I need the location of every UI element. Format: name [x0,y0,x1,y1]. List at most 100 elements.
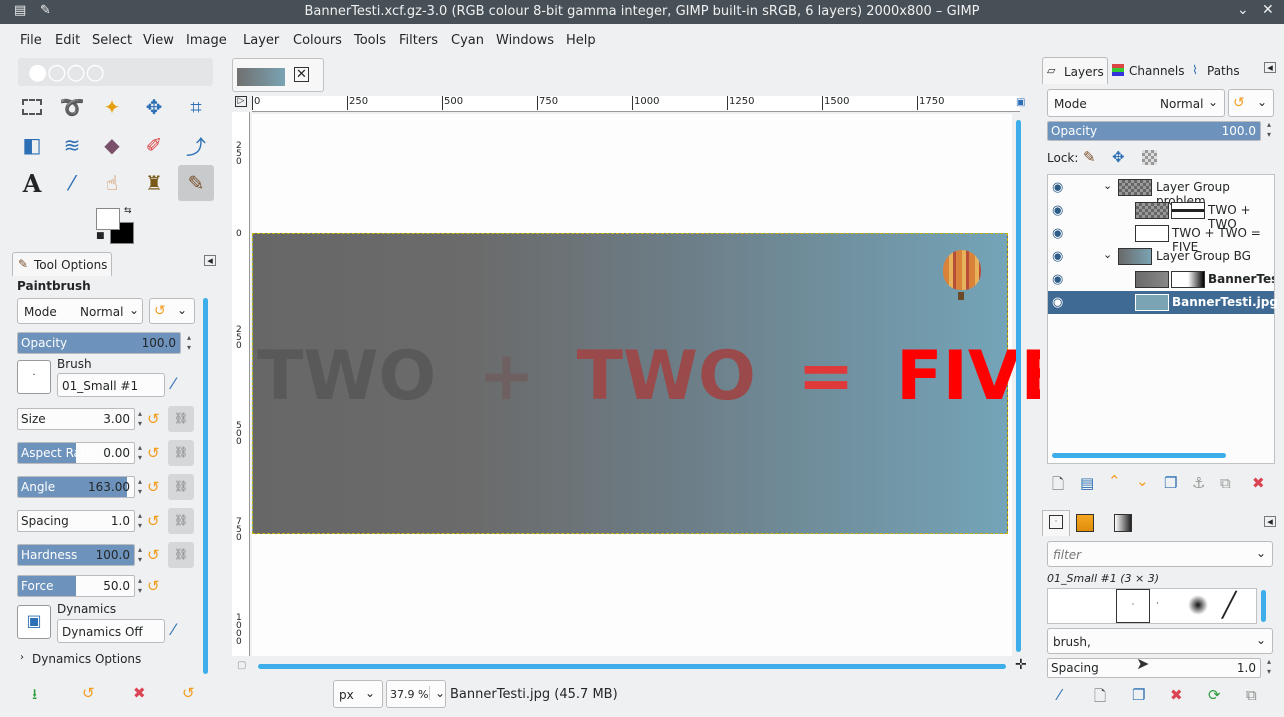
lock-alpha-icon[interactable] [1142,150,1157,165]
slider-spinner[interactable]: ▴ ▾ [135,545,145,567]
text-tool-icon[interactable]: A [14,165,50,201]
default-colors-icon[interactable]: ■ [96,231,105,241]
edit-brush-icon[interactable]: ⁄ [172,374,175,393]
quick-mask-toggle-icon[interactable]: ▷ [235,96,247,107]
layer-mode-reset-button[interactable]: ↺ ⌄ [1228,89,1274,117]
tab-channels[interactable]: Channels [1110,60,1188,84]
reset-icon[interactable]: ↺ [147,445,163,461]
raise-layer-icon[interactable]: ⌃ [1108,472,1121,490]
zoom-field[interactable]: 37.9 % ⌄ [386,680,446,708]
edit-brush-icon[interactable]: ⁄ [1058,686,1061,704]
free-select-tool-icon[interactable]: ➰ [54,89,90,125]
opacity-spinner[interactable]: ▴ ▾ [184,333,194,355]
layer-mode-select[interactable]: Mode Normal ⌄ [1047,89,1225,117]
lock-pixels-icon[interactable]: ✎ [1083,148,1096,166]
lock-position-icon[interactable]: ✥ [1112,148,1125,166]
link-dynamics-button[interactable]: ⛓ [168,474,194,500]
eye-icon[interactable]: ◉ [1052,226,1072,241]
brush-spacing-slider[interactable]: Spacing 1.0 [1047,658,1261,678]
wilber-drop-area[interactable]: ●○○○ [18,58,213,86]
layer-opacity-slider[interactable]: Opacity 100.0 [1047,121,1261,141]
eye-icon[interactable]: ◉ [1052,249,1072,264]
reset-icon[interactable]: ↺ [147,479,163,495]
brush-grid-scrollbar[interactable] [1261,590,1266,622]
brush-filter-input[interactable]: filter ⌄ [1047,541,1273,567]
menu-filters[interactable]: Filters [399,33,438,48]
image-tab[interactable]: ✕ [232,58,324,92]
menu-file[interactable]: File [20,33,42,48]
link-dynamics-button[interactable]: ⛓ [168,508,194,534]
link-dynamics-button[interactable]: ⛓ [168,440,194,466]
canvas-vscrollbar[interactable] [1016,120,1021,652]
color-picker-tool-icon[interactable]: ⁄ [54,165,90,201]
delete-options-icon[interactable]: ✖ [133,684,146,702]
close-icon[interactable]: ✕ [1262,2,1274,18]
reset-icon[interactable]: ↺ [147,513,163,529]
aspect-ratio-slider[interactable]: Aspect Ratio 0.00 [17,442,135,464]
menu-view[interactable]: View [143,33,174,48]
clone-tool-icon[interactable]: ♜ [136,165,172,201]
menu-cyan[interactable]: Cyan [451,33,484,48]
canvas-hscrollbar[interactable] [258,664,1006,669]
layer-row[interactable]: ◉ ⌄ Layer Group problem [1048,176,1274,208]
menu-windows[interactable]: Windows [496,33,554,48]
layer-row-selected[interactable]: ◉ BannerTesti.jpg [1048,291,1278,314]
dynamics-name-field[interactable]: Dynamics Off [57,619,165,643]
anchor-layer-icon[interactable]: ⚓ [1192,474,1205,492]
save-options-icon[interactable]: ⭳ [32,684,37,709]
brush-tag-input[interactable]: brush, ⌄ [1047,628,1273,654]
reset-icon[interactable]: ↺ [147,411,163,427]
swap-colors-icon[interactable]: ⇆ [124,206,132,216]
edit-dynamics-icon[interactable]: ⁄ [172,620,175,639]
layer-row[interactable]: ◉ TWO + TWO = FIVE [1048,222,1274,254]
open-brush-as-image-icon[interactable]: ⧉ [1246,686,1257,704]
menu-help[interactable]: Help [566,33,596,48]
paintbrush-tool-icon[interactable]: ✎ [178,165,214,201]
expander-icon[interactable]: › [20,652,24,663]
menu-colours[interactable]: Colours [293,33,342,48]
layer-row[interactable]: ◉ BannerTesti [1048,268,1274,291]
opacity-slider[interactable]: Opacity 100.0 [17,332,181,354]
eye-icon[interactable]: ◉ [1052,203,1072,218]
navigate-crosshair-icon[interactable]: ✛ [1015,657,1027,673]
smudge-tool-icon[interactable]: ☝ [94,165,130,201]
force-slider[interactable]: Force 50.0 [17,575,135,597]
menu-edit[interactable]: Edit [55,33,80,48]
brush-grid[interactable]: · · ╱ [1047,588,1257,624]
tool-options-scrollbar[interactable] [203,298,208,674]
zoom-image-icon[interactable]: ▢ [237,660,246,671]
tab-paths[interactable]: ⌇ Paths [1190,60,1250,84]
slider-spinner[interactable]: ▴ ▾ [135,477,145,499]
unit-select[interactable]: px ⌄ [333,680,383,708]
bucket-fill-tool-icon[interactable]: ◆ [94,127,130,163]
new-layer-icon[interactable]: 🗋 [1052,474,1064,499]
expander-icon[interactable]: ⌄ [1103,248,1112,261]
brush-cell[interactable]: ╱ [1222,591,1236,619]
brush-name-field[interactable]: 01_Small #1 [57,373,165,397]
refresh-brushes-icon[interactable]: ⟳ [1208,686,1221,704]
reset-options-icon[interactable]: ↺ [182,684,195,702]
dynamics-options-expander[interactable]: Dynamics Options [32,652,141,666]
eye-icon[interactable]: ◉ [1052,272,1072,287]
layer-row[interactable]: ◉ TWO + TWO [1048,199,1274,231]
lower-layer-icon[interactable]: ⌄ [1136,472,1149,490]
menu-tools[interactable]: Tools [354,33,386,48]
crop-tool-icon[interactable]: ⌗ [178,89,214,125]
warp-transform-tool-icon[interactable]: ≋ [54,127,90,163]
dynamics-preview-button[interactable]: ▣ [17,605,51,639]
tab-tool-options[interactable]: ✎ Tool Options [12,252,112,276]
eraser-tool-icon[interactable]: ✐ [136,127,172,163]
brush-spacing-spinner[interactable]: ▴ ▾ [1264,657,1274,679]
brush-cell[interactable]: · [1156,599,1159,609]
panel-menu-icon[interactable]: ◂ [1264,516,1276,527]
hardness-slider[interactable]: Hardness 100.0 [17,544,135,566]
flip-tool-icon[interactable]: ◧ [14,127,50,163]
fuzzy-select-tool-icon[interactable]: ✦ [94,89,130,125]
brush-cell[interactable] [1188,595,1208,615]
new-layer-group-icon[interactable]: ▤ [1080,474,1094,492]
rect-select-tool-icon[interactable] [14,89,50,125]
path-tool-icon[interactable]: ⤴ [178,127,214,163]
tab-layers[interactable]: ▱ Layers [1042,57,1108,84]
tab-gradients[interactable] [1114,514,1132,532]
eye-icon[interactable]: ◉ [1052,295,1072,310]
